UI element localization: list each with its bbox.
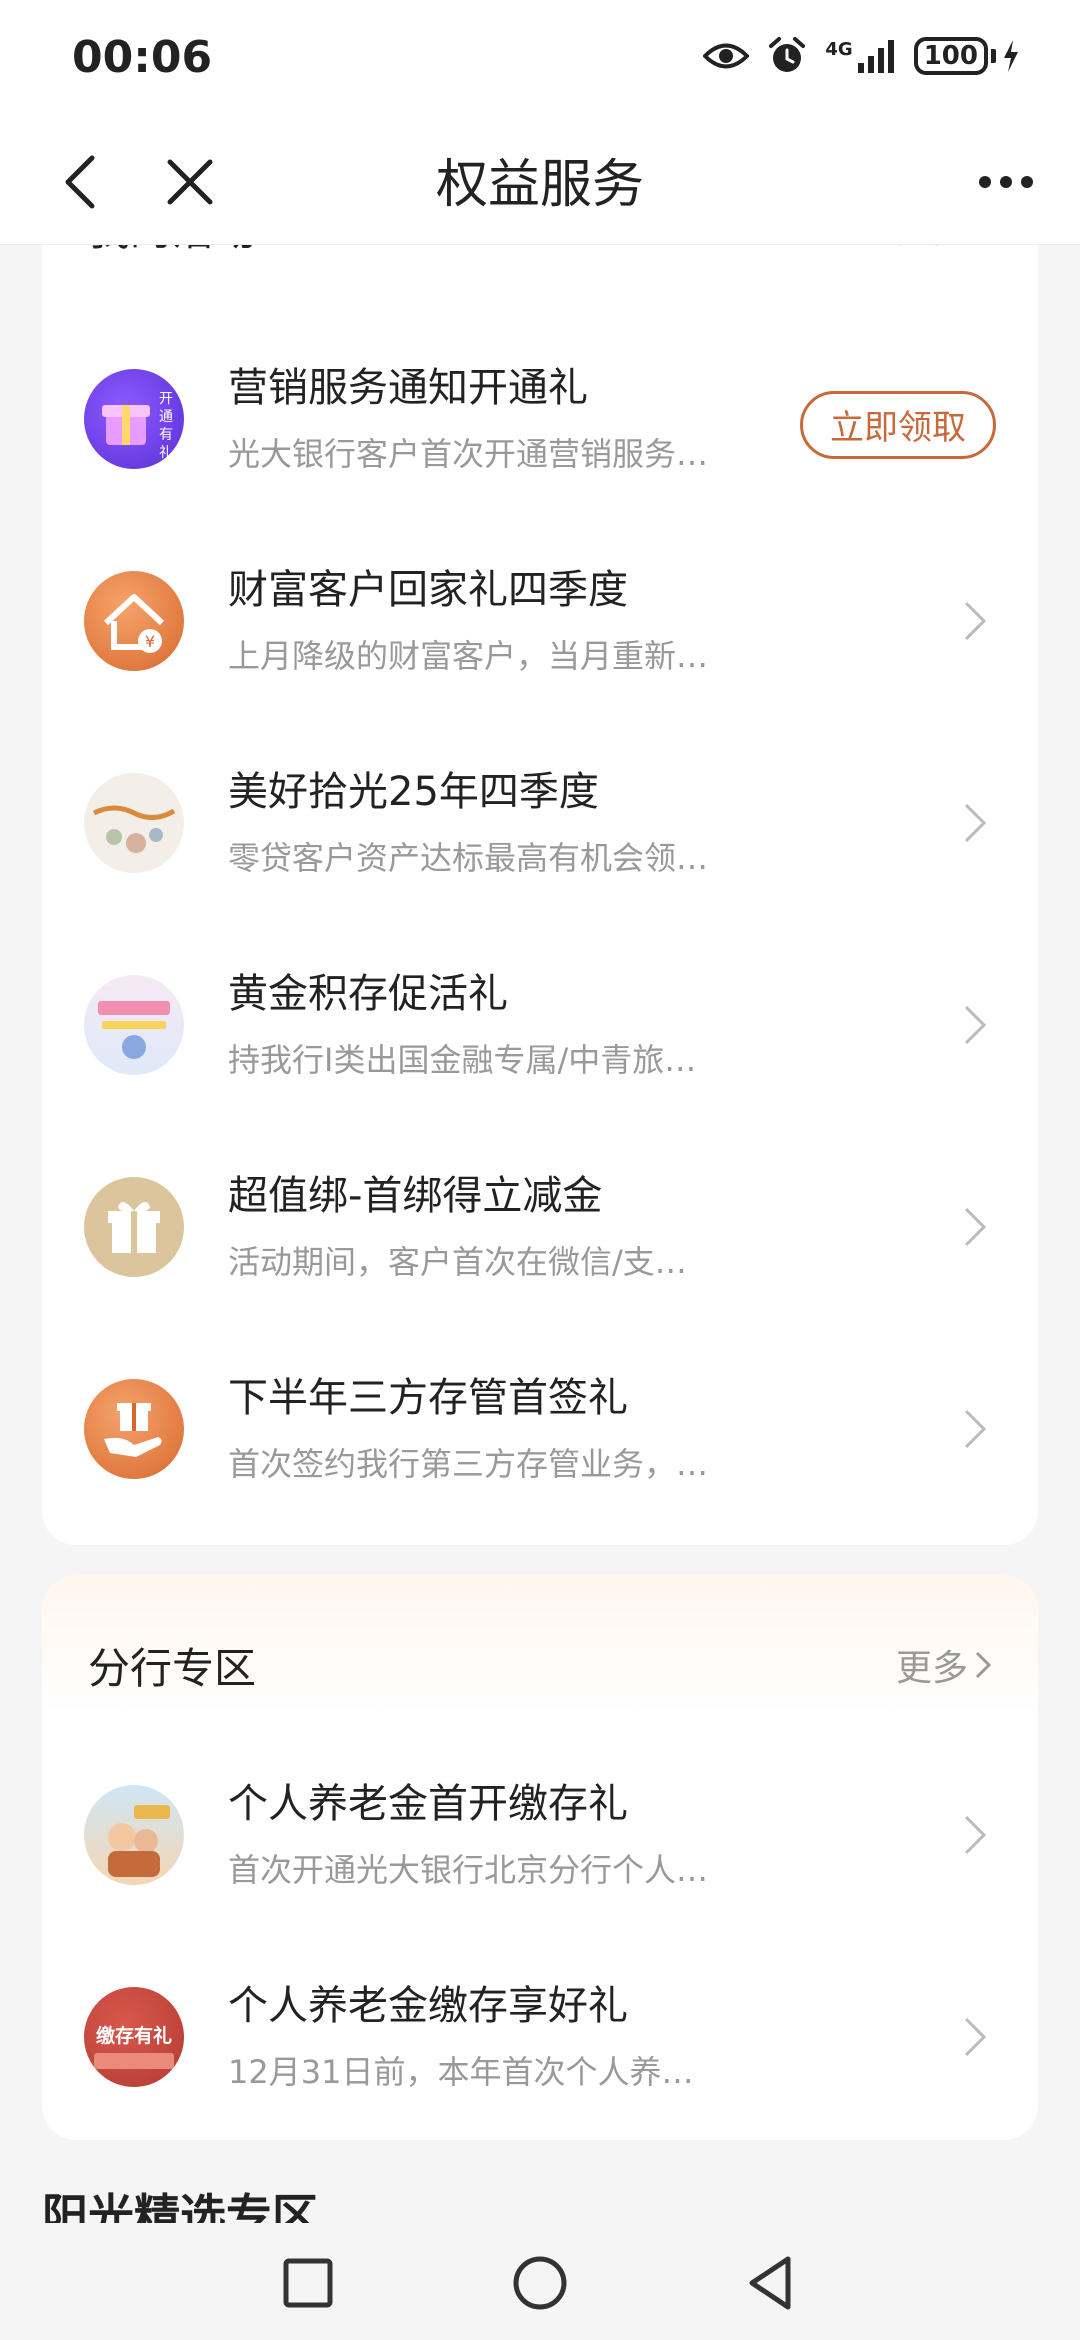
system-nav-bar (0, 2223, 1080, 2340)
activity-title: 超值绑-首绑得立减金 (228, 1173, 603, 1219)
activity-item[interactable]: 开 通 有 礼 营销服务通知开通礼 光大银行客户首次开通营销服务… 立即领取 (42, 319, 1038, 519)
deposit-gift-badge: 缴存有礼 (95, 2025, 172, 2047)
battery-indicator: 100 (913, 37, 1020, 75)
chevron-right-icon (964, 1815, 987, 1855)
activity-desc: 持我行I类出国金融专属/中青旅… (228, 1041, 697, 1079)
chevron-right-icon (964, 1409, 987, 1449)
more-dots-icon (979, 176, 1033, 188)
my-activities-card: 我的活动 更多 开 通 有 礼 营销服务通知开通礼 光大银行客户首次开通 (42, 245, 1038, 1545)
gift-icon (84, 1177, 184, 1277)
chevron-right-icon (964, 601, 987, 641)
activity-desc: 零贷客户资产达标最高有机会领… (228, 839, 709, 877)
branch-zone-card: 分行专区 更多 个人养老金首开缴存礼 首次开通光大银行北京分行个人… 缴存有礼 … (42, 1575, 1038, 2140)
activity-item[interactable]: ¥ 财富客户回家礼四季度 上月降级的财富客户，当月重新… (42, 521, 1038, 721)
back-nav-button[interactable] (742, 2253, 802, 2313)
svg-text:¥: ¥ (145, 632, 155, 651)
battery-cap (991, 49, 996, 63)
activity-title: 财富客户回家礼四季度 (228, 567, 628, 613)
svg-text:礼: 礼 (159, 445, 173, 461)
content-scroll[interactable]: 我的活动 更多 开 通 有 礼 营销服务通知开通礼 光大银行客户首次开通 (0, 245, 1080, 2223)
branch-item-desc: 首次开通光大银行北京分行个人… (228, 1851, 709, 1889)
pension-icon (84, 1785, 184, 1885)
chevron-right-icon (964, 2017, 987, 2057)
activity-title: 营销服务通知开通礼 (228, 365, 588, 411)
signal-indicator: 4G (825, 39, 895, 73)
nav-bar: 权益服务 (0, 120, 1080, 245)
branch-zone-header: 分行专区 更多 (88, 1635, 992, 1715)
status-icons: 4G 100 (703, 36, 1020, 76)
my-activities-more-link[interactable]: 更多 (896, 245, 992, 253)
claim-now-button[interactable]: 立即领取 (800, 391, 996, 459)
house-yuan-icon: ¥ (84, 571, 184, 671)
branch-item[interactable]: 缴存有礼 个人养老金缴存享好礼 12月31日前，本年首次个人养… (42, 1937, 1038, 2137)
meihao-shiguang-icon (84, 773, 184, 873)
activity-item[interactable]: 黄金积存促活礼 持我行I类出国金融专属/中青旅… (42, 925, 1038, 1125)
signal-bars-icon (857, 40, 894, 73)
network-type: 4G (825, 39, 853, 60)
activity-item[interactable]: 超值绑-首绑得立减金 活动期间，客户首次在微信/支… (42, 1127, 1038, 1327)
more-label: 更多 (896, 245, 968, 253)
battery-level: 100 (913, 37, 988, 75)
activity-item[interactable]: 美好拾光25年四季度 零贷客户资产达标最高有机会领… (42, 723, 1038, 923)
chevron-right-icon (975, 1651, 992, 1679)
activity-desc: 活动期间，客户首次在微信/支… (228, 1243, 687, 1281)
gift-box-icon: 开 通 有 礼 (84, 369, 184, 469)
activity-desc: 首次签约我行第三方存管业务，… (228, 1445, 709, 1483)
hand-gift-icon (84, 1379, 184, 1479)
chevron-right-icon (964, 1207, 987, 1247)
chevron-right-icon (964, 1005, 987, 1045)
branch-item-title: 个人养老金缴存享好礼 (228, 1983, 628, 2029)
status-time: 00:06 (72, 32, 213, 83)
more-options-button[interactable] (968, 144, 1044, 220)
activity-title: 下半年三方存管首签礼 (228, 1375, 628, 1421)
deposit-gift-icon: 缴存有礼 (84, 1987, 184, 2087)
activity-desc: 上月降级的财富客户，当月重新… (228, 637, 709, 675)
branch-item[interactable]: 个人养老金首开缴存礼 首次开通光大银行北京分行个人… (42, 1735, 1038, 1935)
activity-desc: 光大银行客户首次开通营销服务… (228, 435, 709, 473)
status-bar: 00:06 4G 100 (0, 0, 1080, 120)
branch-item-desc: 12月31日前，本年首次个人养… (228, 2053, 694, 2091)
chevron-right-icon (964, 803, 987, 843)
branch-zone-title: 分行专区 (88, 1644, 257, 1693)
alarm-icon (769, 37, 806, 72)
home-button[interactable] (510, 2253, 570, 2313)
activity-title: 黄金积存促活礼 (228, 971, 508, 1017)
charging-icon (1004, 40, 1018, 72)
more-label: 更多 (895, 1648, 968, 1689)
my-activities-title: 我的活动 (88, 245, 256, 258)
branch-zone-more-link[interactable]: 更多 (896, 1639, 992, 1691)
recent-apps-button[interactable] (278, 2253, 338, 2313)
sunshine-selection-title: 阳光精选专区 (42, 2189, 318, 2223)
deposit-gift-bar (94, 2053, 174, 2069)
svg-text:有: 有 (159, 427, 173, 443)
branch-item-title: 个人养老金首开缴存礼 (228, 1781, 628, 1827)
svg-text:开: 开 (159, 391, 173, 407)
gold-promo-icon (84, 975, 184, 1075)
activity-title: 美好拾光25年四季度 (228, 769, 599, 815)
eye-icon (703, 43, 750, 69)
page-title: 权益服务 (435, 155, 644, 215)
activity-item[interactable]: 下半年三方存管首签礼 首次签约我行第三方存管业务，… (42, 1329, 1038, 1529)
svg-text:通: 通 (159, 409, 173, 425)
my-activities-header: 我的活动 更多 (88, 245, 992, 277)
